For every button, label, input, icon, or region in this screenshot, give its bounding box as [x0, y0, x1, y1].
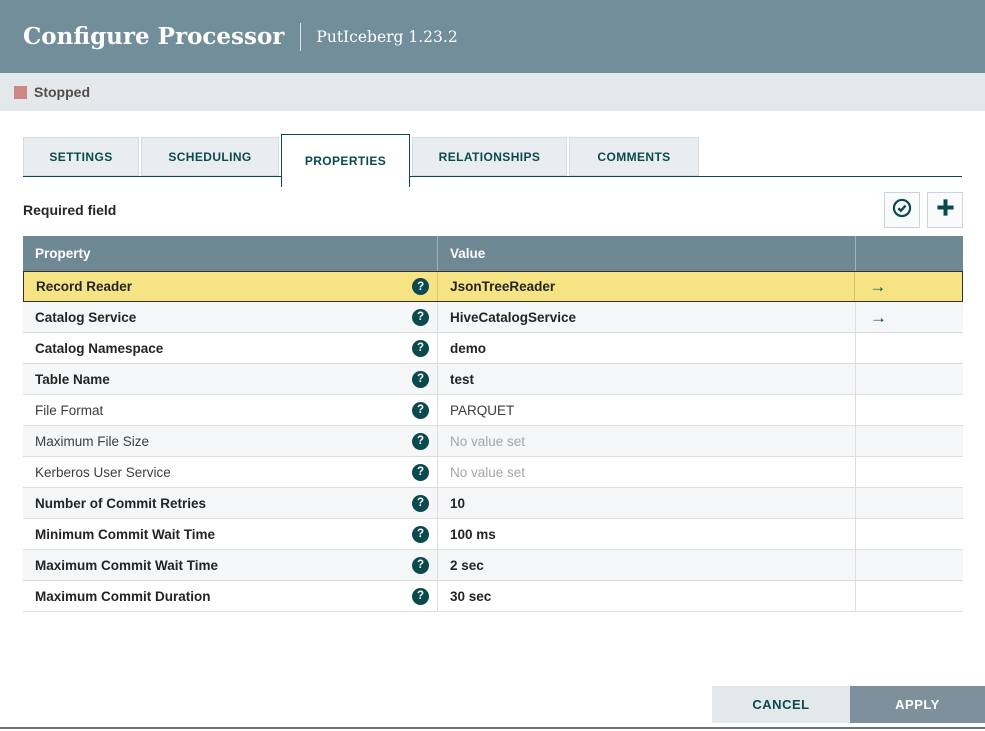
dialog-bottom-edge	[0, 727, 985, 729]
property-name: Catalog Service	[35, 309, 137, 325]
property-value[interactable]: demo	[437, 333, 855, 363]
property-value[interactable]: 2 sec	[437, 550, 855, 580]
status-label: Stopped	[34, 84, 90, 100]
property-name: Maximum Commit Duration	[35, 588, 211, 604]
property-name: Minimum Commit Wait Time	[35, 526, 216, 542]
properties-table: Property Value Record Reader ? JsonTreeR…	[23, 236, 963, 612]
question-mark-icon[interactable]: ?	[412, 587, 429, 605]
property-name: File Format	[35, 402, 104, 418]
question-mark-icon[interactable]: ?	[412, 494, 429, 512]
add-property-button[interactable]	[927, 192, 963, 228]
property-value[interactable]: 30 sec	[437, 581, 855, 611]
column-header-property: Property	[35, 246, 91, 261]
dialog-footer: CANCEL APPLY	[712, 686, 985, 723]
property-value[interactable]: test	[437, 364, 855, 394]
verify-properties-button[interactable]	[884, 192, 920, 228]
table-row-table-name[interactable]: Table Name ? test	[23, 364, 963, 395]
question-mark-icon[interactable]: ?	[412, 556, 429, 574]
dialog-title: Configure Processor	[23, 23, 285, 50]
tab-settings[interactable]: SETTINGS	[23, 137, 139, 176]
property-value[interactable]: No value set	[437, 426, 855, 456]
column-header-goto	[855, 236, 963, 271]
table-row-file-format[interactable]: File Format ? PARQUET	[23, 395, 963, 426]
plus-icon	[936, 198, 955, 222]
property-value[interactable]: JsonTreeReader	[437, 272, 854, 301]
question-mark-icon[interactable]: ?	[412, 525, 429, 543]
question-mark-icon[interactable]: ?	[412, 308, 429, 326]
processor-name-version: PutIceberg 1.23.2	[316, 27, 458, 46]
table-row-catalog-namespace[interactable]: Catalog Namespace ? demo	[23, 333, 963, 364]
required-field-label: Required field	[23, 202, 117, 218]
property-name: Maximum File Size	[35, 433, 150, 449]
question-mark-icon[interactable]: ?	[412, 370, 429, 388]
apply-button[interactable]: APPLY	[850, 686, 985, 723]
right-arrow-icon[interactable]: →	[869, 278, 886, 295]
table-row-kerberos-user-service[interactable]: Kerberos User Service ? No value set	[23, 457, 963, 488]
property-name: Table Name	[35, 371, 110, 387]
table-row-maximum-commit-wait-time[interactable]: Maximum Commit Wait Time ? 2 sec	[23, 550, 963, 581]
table-row-number-of-commit-retries[interactable]: Number of Commit Retries ? 10	[23, 488, 963, 519]
check-circle-icon	[891, 197, 913, 224]
question-mark-icon[interactable]: ?	[412, 278, 430, 295]
property-value[interactable]: PARQUET	[437, 395, 855, 425]
tab-relationships[interactable]: RELATIONSHIPS	[412, 137, 567, 176]
property-value[interactable]: No value set	[437, 457, 855, 487]
property-name: Catalog Namespace	[35, 340, 164, 356]
question-mark-icon[interactable]: ?	[412, 401, 429, 419]
property-value[interactable]: HiveCatalogService	[437, 302, 855, 332]
question-mark-icon[interactable]: ?	[412, 463, 429, 481]
dialog-header: Configure Processor PutIceberg 1.23.2	[0, 0, 985, 73]
tab-underline	[23, 176, 962, 177]
table-row-maximum-file-size[interactable]: Maximum File Size ? No value set	[23, 426, 963, 457]
question-mark-icon[interactable]: ?	[412, 339, 429, 357]
property-name: Maximum Commit Wait Time	[35, 557, 219, 573]
table-row-catalog-service[interactable]: Catalog Service ? HiveCatalogService →	[23, 302, 963, 333]
cancel-button[interactable]: CANCEL	[712, 686, 850, 723]
table-header: Property Value	[23, 236, 963, 271]
property-value[interactable]: 10	[437, 488, 855, 518]
toolbar-buttons	[877, 192, 963, 228]
status-bar: Stopped	[0, 73, 985, 111]
table-row-minimum-commit-wait-time[interactable]: Minimum Commit Wait Time ? 100 ms	[23, 519, 963, 550]
tab-comments[interactable]: COMMENTS	[569, 137, 699, 176]
question-mark-icon[interactable]: ?	[412, 432, 429, 450]
stopped-status-icon	[14, 85, 27, 99]
properties-toolbar: Required field	[23, 192, 963, 228]
tab-properties[interactable]: PROPERTIES	[281, 134, 410, 187]
property-name: Record Reader	[36, 279, 133, 294]
right-arrow-icon[interactable]: →	[870, 309, 887, 326]
property-name: Number of Commit Retries	[35, 495, 207, 511]
property-name: Kerberos User Service	[35, 464, 171, 480]
table-row-record-reader[interactable]: Record Reader ? JsonTreeReader →	[23, 271, 963, 302]
table-row-maximum-commit-duration[interactable]: Maximum Commit Duration ? 30 sec	[23, 581, 963, 612]
tab-bar: SETTINGS SCHEDULING PROPERTIES RELATIONS…	[23, 134, 963, 187]
dialog-body: SETTINGS SCHEDULING PROPERTIES RELATIONS…	[0, 134, 985, 612]
title-divider	[300, 22, 302, 51]
column-header-value: Value	[437, 236, 855, 271]
property-value[interactable]: 100 ms	[437, 519, 855, 549]
tab-scheduling[interactable]: SCHEDULING	[141, 137, 279, 176]
